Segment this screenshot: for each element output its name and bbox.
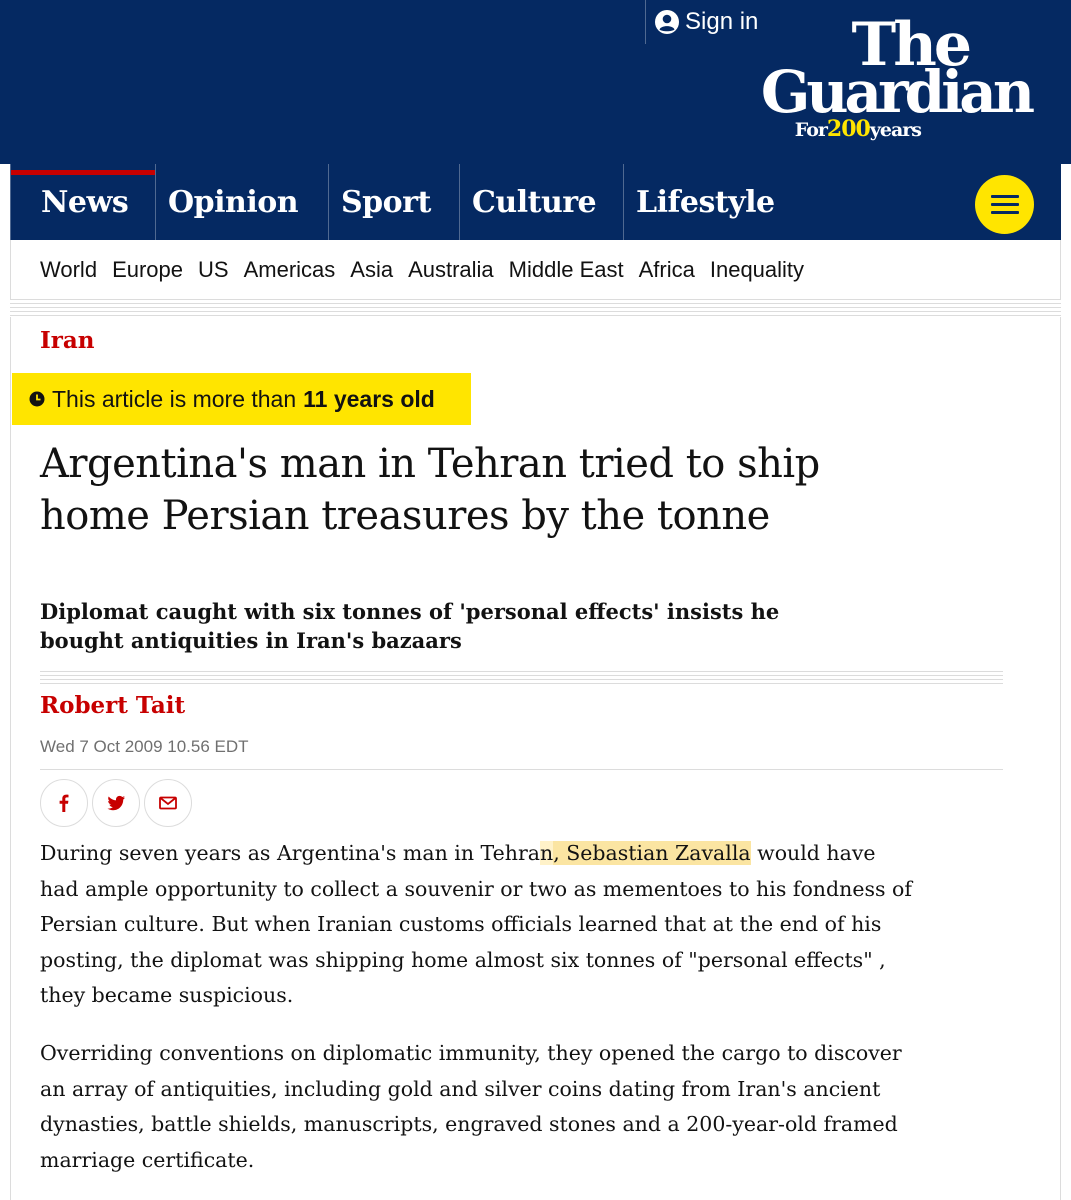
hamburger-icon-bar	[990, 211, 1019, 214]
share-buttons	[40, 779, 196, 827]
paragraph-1-highlight-soft: n	[540, 841, 554, 865]
menu-button[interactable]	[975, 175, 1034, 234]
age-warning-prefix: This article is more than	[52, 385, 297, 412]
paragraph-1-start: During seven years as Argentina's man in…	[40, 841, 540, 865]
logo-guardian: Guardian	[760, 58, 1035, 126]
pillar-nav: News Opinion Sport Culture Lifestyle	[10, 164, 1061, 240]
subnav-us[interactable]: US	[198, 257, 229, 283]
facebook-icon	[59, 794, 69, 812]
masthead: Sign in The Guardian For200years	[0, 0, 1071, 164]
subnav-americas[interactable]: Americas	[244, 257, 336, 283]
hamburger-icon-bar	[990, 195, 1019, 198]
email-icon	[159, 796, 177, 810]
meta-divider	[40, 671, 1003, 687]
twitter-icon	[107, 795, 125, 811]
section-divider	[10, 299, 1061, 317]
logo-tag-years: years	[869, 119, 922, 141]
article-headline: Argentina's man in Tehran tried to ship …	[40, 441, 820, 539]
guardian-logo[interactable]: The Guardian For200years	[711, 12, 1035, 142]
pillar-opinion[interactable]: Opinion	[156, 164, 329, 240]
article-age-warning: This article is more than 11 years old	[12, 373, 471, 425]
share-twitter-button[interactable]	[92, 779, 140, 827]
article-paragraph-1: During seven years as Argentina's man in…	[40, 836, 920, 1014]
pillar-lifestyle[interactable]: Lifestyle	[624, 164, 784, 240]
pillar-sport[interactable]: Sport	[329, 164, 460, 240]
subnav-inequality[interactable]: Inequality	[710, 257, 804, 283]
hamburger-icon-bar	[990, 203, 1019, 206]
subnav-africa[interactable]: Africa	[639, 257, 695, 283]
logo-tag-number: 200	[826, 116, 871, 142]
meta-rule	[40, 769, 1003, 770]
subnav-australia[interactable]: Australia	[408, 257, 494, 283]
age-warning-age: 11 years old	[303, 385, 435, 412]
logo-tag-for: For	[794, 119, 828, 141]
paragraph-1-highlight: , Sebastian Zavalla	[553, 841, 751, 865]
section-subnav: World Europe US Americas Asia Australia …	[10, 240, 1061, 300]
pillar-news[interactable]: News	[11, 164, 156, 240]
logo-tagline: For200years	[794, 116, 922, 142]
share-facebook-button[interactable]	[40, 779, 88, 827]
author-byline[interactable]: Robert Tait	[40, 692, 185, 719]
subnav-asia[interactable]: Asia	[350, 257, 393, 283]
paragraph-1-end: would have had ample opportunity to coll…	[40, 841, 912, 1007]
section-kicker[interactable]: Iran	[40, 327, 95, 354]
share-email-button[interactable]	[144, 779, 192, 827]
subnav-europe[interactable]: Europe	[112, 257, 183, 283]
article-paragraph-2: Overriding conventions on diplomatic imm…	[40, 1041, 902, 1172]
publish-date: Wed 7 Oct 2009 10.56 EDT	[40, 737, 249, 756]
pillar-culture[interactable]: Culture	[460, 164, 624, 240]
subnav-middle-east[interactable]: Middle East	[509, 257, 624, 283]
user-icon	[655, 10, 679, 34]
clock-icon	[29, 391, 45, 407]
article-standfirst: Diplomat caught with six tonnes of 'pers…	[40, 599, 780, 653]
subnav-world[interactable]: World	[40, 257, 97, 283]
